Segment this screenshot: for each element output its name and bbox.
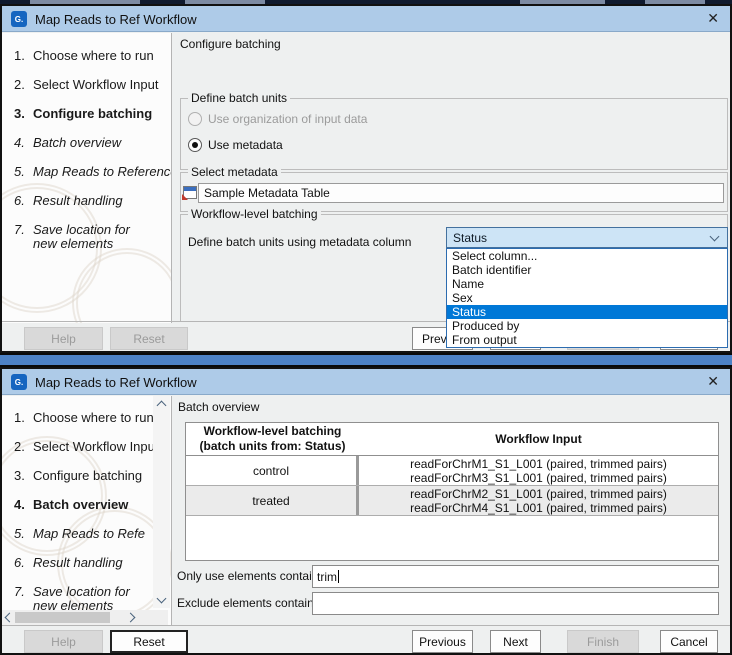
metadata-column-combobox[interactable]: Status bbox=[446, 227, 728, 248]
batch-cell: treated bbox=[186, 486, 359, 515]
radio-use-organization bbox=[188, 112, 202, 126]
sidebar-step-5[interactable]: 5.Map Reads to Reference bbox=[14, 165, 172, 179]
help-button: Help bbox=[24, 327, 103, 350]
radio-use-metadata[interactable] bbox=[188, 138, 202, 152]
window-title: Map Reads to Ref Workflow bbox=[35, 375, 197, 390]
sidebar-step-1[interactable]: 1.Choose where to run bbox=[14, 411, 154, 425]
sidebar-step-2[interactable]: 2.Select Workflow Input bbox=[14, 440, 158, 454]
dropdown-item-selected[interactable]: Status bbox=[447, 305, 727, 319]
group-legend: Define batch units bbox=[188, 91, 290, 105]
scroll-left-icon[interactable] bbox=[5, 613, 15, 623]
radio-use-organization-label: Use organization of input data bbox=[208, 112, 367, 126]
divider bbox=[2, 625, 730, 626]
metadata-column-label: Define batch units using metadata column bbox=[188, 235, 411, 249]
dialog-configure-batching: G. Map Reads to Ref Workflow ✕ 1.Choose … bbox=[0, 4, 732, 353]
reset-button: Reset bbox=[110, 327, 188, 350]
combobox-value: Status bbox=[453, 231, 487, 245]
panel-title: Configure batching bbox=[180, 37, 281, 51]
batch-cell: control bbox=[186, 456, 359, 485]
scroll-up-icon[interactable] bbox=[157, 401, 167, 411]
app-icon: G. bbox=[11, 11, 27, 27]
background-window bbox=[0, 355, 732, 365]
screen: G. Map Reads to Ref Workflow ✕ 1.Choose … bbox=[0, 0, 732, 655]
scrollbar-thumb[interactable] bbox=[15, 612, 110, 623]
group-define-batch-units: Define batch units Use organization of i… bbox=[180, 98, 728, 170]
sidebar-step-6[interactable]: 6.Result handling bbox=[14, 194, 123, 208]
include-filter-input[interactable]: trim bbox=[312, 565, 719, 588]
sidebar-step-4-current[interactable]: 4.Batch overview bbox=[14, 498, 128, 512]
sidebar-step-3[interactable]: 3.Configure batching bbox=[14, 469, 142, 483]
table-row[interactable]: treated readForChrM2_S1_L001 (paired, tr… bbox=[186, 486, 718, 516]
sidebar-step-2[interactable]: 2.Select Workflow Input bbox=[14, 78, 158, 92]
cancel-button[interactable]: Cancel bbox=[660, 630, 718, 653]
text-cursor bbox=[338, 570, 339, 583]
inputs-cell: readForChrM1_S1_L001 (paired, trimmed pa… bbox=[359, 456, 718, 485]
next-button[interactable]: Next bbox=[490, 630, 541, 653]
dropdown-item[interactable]: Name bbox=[447, 277, 727, 291]
dropdown-item[interactable]: From output bbox=[447, 333, 727, 347]
scroll-right-icon[interactable] bbox=[126, 613, 136, 623]
title-bar[interactable]: G. Map Reads to Ref Workflow ✕ bbox=[2, 369, 730, 395]
batch-overview-table: Workflow-level batching (batch units fro… bbox=[185, 422, 719, 561]
previous-button[interactable]: Previous bbox=[412, 630, 473, 653]
help-button: Help bbox=[24, 630, 103, 653]
app-icon: G. bbox=[11, 374, 27, 390]
dropdown-item[interactable]: Batch identifier bbox=[447, 263, 727, 277]
exclude-filter-label: Exclude elements containing: bbox=[177, 596, 333, 610]
input-column-header: Workflow Input bbox=[359, 423, 718, 455]
sidebar-horizontal-scrollbar[interactable] bbox=[2, 610, 168, 625]
panel-title: Batch overview bbox=[178, 400, 259, 414]
group-select-metadata: Select metadata Sample Metadata Table bbox=[180, 172, 728, 212]
dropdown-item[interactable]: Sex bbox=[447, 291, 727, 305]
inputs-cell: readForChrM2_S1_L001 (paired, trimmed pa… bbox=[359, 486, 718, 515]
close-icon[interactable]: ✕ bbox=[707, 10, 719, 27]
dialog-batch-overview: G. Map Reads to Ref Workflow ✕ 1.Choose … bbox=[0, 367, 732, 655]
metadata-table-icon bbox=[183, 186, 197, 199]
sidebar-step-1[interactable]: 1.Choose where to run bbox=[14, 49, 154, 63]
sidebar-step-3-current[interactable]: 3.Configure batching bbox=[14, 107, 152, 121]
dropdown-item[interactable]: Select column... bbox=[447, 249, 727, 263]
selected-metadata-item[interactable]: Sample Metadata Table bbox=[198, 183, 724, 203]
scroll-down-icon[interactable] bbox=[157, 594, 167, 604]
title-bar[interactable]: G. Map Reads to Ref Workflow ✕ bbox=[2, 6, 730, 32]
table-row[interactable]: control readForChrM1_S1_L001 (paired, tr… bbox=[186, 456, 718, 486]
reset-button[interactable]: Reset bbox=[110, 630, 188, 653]
sidebar-vertical-scrollbar[interactable] bbox=[153, 396, 170, 608]
sidebar-step-7[interactable]: 7.Save location for new elements bbox=[14, 585, 155, 613]
table-header-row: Workflow-level batching (batch units fro… bbox=[186, 423, 718, 456]
metadata-column-dropdown: Select column... Batch identifier Name S… bbox=[446, 248, 728, 348]
sidebar-step-7[interactable]: 7.Save location for new elements bbox=[14, 223, 155, 251]
sidebar-step-5[interactable]: 5.Map Reads to Reference bbox=[14, 527, 145, 541]
finish-button: Finish bbox=[567, 630, 639, 653]
chevron-down-icon bbox=[710, 232, 720, 242]
group-legend: Workflow-level batching bbox=[188, 207, 321, 221]
window-title: Map Reads to Ref Workflow bbox=[35, 12, 197, 27]
batch-column-header: Workflow-level batching (batch units fro… bbox=[186, 423, 359, 455]
sidebar-step-6[interactable]: 6.Result handling bbox=[14, 556, 123, 570]
wizard-steps-sidebar: 1.Choose where to run 2.Select Workflow … bbox=[2, 396, 172, 625]
close-icon[interactable]: ✕ bbox=[707, 373, 719, 390]
exclude-filter-input[interactable] bbox=[312, 592, 719, 615]
dropdown-item[interactable]: Produced by bbox=[447, 319, 727, 333]
wizard-steps-sidebar: 1.Choose where to run 2.Select Workflow … bbox=[2, 33, 172, 323]
sidebar-step-4[interactable]: 4.Batch overview bbox=[14, 136, 121, 150]
group-legend: Select metadata bbox=[188, 165, 281, 179]
radio-use-metadata-label[interactable]: Use metadata bbox=[208, 138, 283, 152]
